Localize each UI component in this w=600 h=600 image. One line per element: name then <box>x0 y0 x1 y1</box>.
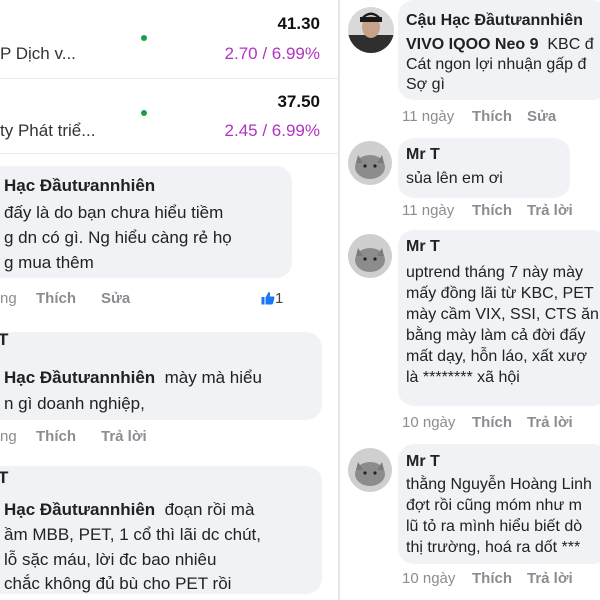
comment-text-line: lũ tỏ ra mình hiểu biết dò <box>406 518 583 535</box>
cat-avatar-icon <box>348 448 392 492</box>
comment-text-line: sủa lên em ơi <box>406 170 503 187</box>
comment-text-line: g mua thêm <box>4 253 94 272</box>
edit-button[interactable]: Sửa <box>101 290 130 307</box>
like-button[interactable]: Thích <box>36 428 76 445</box>
comment-actions: 10 ngày Thích Trả lời <box>402 570 600 590</box>
reaction-count[interactable]: 1 <box>261 290 283 307</box>
comment-bubble: Mr T thằng Nguyễn Hoàng Linh đợt rồi cũn… <box>398 444 600 564</box>
avatar[interactable] <box>348 234 392 278</box>
reaction-count-text: 1 <box>275 290 284 307</box>
reply-button[interactable]: Trả lời <box>101 428 147 445</box>
comment-actions: 11 ngày Thích Trả lời <box>402 202 600 222</box>
comment-time: ng <box>0 290 17 307</box>
comment-text-inline: mày mà hiểu <box>164 368 262 387</box>
comment-author-prefix: T <box>0 332 9 349</box>
avatar[interactable] <box>348 141 392 185</box>
reply-button[interactable]: Trả lời <box>527 202 573 219</box>
status-dot-icon <box>141 35 147 41</box>
comment-time: 10 ngày <box>402 414 456 431</box>
device-tag: VIVO IQOO Neo 9 <box>406 36 539 53</box>
comment-author-line: Hạc Đầutưannhiên mày mà hiểu <box>4 368 262 388</box>
cat-avatar-icon <box>348 234 392 278</box>
like-button[interactable]: Thích <box>472 570 512 587</box>
comment-bubble: Mr T sủa lên em ơi <box>398 138 570 198</box>
comment-text-line: đợt rồi cũng móm như m <box>406 497 582 514</box>
reply-button[interactable]: Trả lời <box>527 414 573 431</box>
stock-name: ty Phát triể... <box>0 121 96 140</box>
reply-button[interactable]: Trả lời <box>527 570 573 587</box>
comment-text-line: lỗ sặc máu, lời đc bao nhiêu <box>4 550 217 569</box>
comment-author[interactable]: Hạc Đầutưannhiên <box>4 500 155 519</box>
comment-bubble: T Hạc Đầutưannhiên mày mà hiểu n gì doan… <box>0 332 322 420</box>
stock-price: 41.30 <box>277 14 320 33</box>
comment-text-line: uptrend tháng 7 này mày <box>406 264 584 281</box>
edit-button[interactable]: Sửa <box>527 108 556 125</box>
comment-author[interactable]: Hạc Đầutưannhiên <box>4 368 155 387</box>
comment-author[interactable]: Mr T <box>406 146 440 164</box>
comment-text-line: mất dạy, hỗn láo, xất xượ <box>406 348 587 365</box>
comment-text-line: n gì doanh nghiệp, <box>4 394 145 413</box>
comment-actions: ng Thích Trả lời <box>0 428 330 448</box>
person-photo-icon <box>348 7 394 53</box>
comment-text-line: thị trường, hoá ra dốt *** <box>406 539 581 556</box>
comment-time: 11 ngày <box>402 108 455 125</box>
comment-author[interactable]: Mr T <box>406 238 440 256</box>
comment-text-line: ầm MBB, PET, 1 cổ thì lãi dc chút, <box>4 525 261 544</box>
right-panel: Cậu Hạc Đầutưannhiên VIVO IQOO Neo 9 KBC… <box>340 0 600 600</box>
comment-text-line: mày cầm VIX, SSI, CTS ăn <box>406 306 599 323</box>
stock-row[interactable]: 37.50 ty Phát triể... 2.45 / 6.99% <box>0 84 338 154</box>
cat-avatar-icon <box>348 141 392 185</box>
comment-text-line: đấy là do bạn chưa hiểu tiềm <box>4 203 224 222</box>
like-button[interactable]: Thích <box>36 290 76 307</box>
comment-text-line: thằng Nguyễn Hoàng Linh <box>406 476 592 493</box>
row-divider <box>0 78 338 79</box>
comment-text-line: VIVO IQOO Neo 9 KBC đ <box>406 36 594 54</box>
stock-row[interactable]: 41.30 P Dịch v... 2.70 / 6.99% <box>0 8 338 78</box>
comment-bubble: Hạc Đầutưannhiên đấy là do bạn chưa hiểu… <box>0 166 292 278</box>
stock-change: 2.45 / 6.99% <box>224 121 320 140</box>
comment-author[interactable]: Cậu Hạc Đầutưannhiên <box>406 12 583 30</box>
comment-actions: 11 ngày Thích Sửa <box>402 108 600 128</box>
stock-name: P Dịch v... <box>0 44 76 63</box>
comment-bubble: Cậu Hạc Đầutưannhiên VIVO IQOO Neo 9 KBC… <box>398 0 600 100</box>
comment-bubble: Mr T uptrend tháng 7 này mày mấy đồng lã… <box>398 230 600 406</box>
comment-text-inline: KBC đ <box>547 36 594 53</box>
comment-author-prefix: T <box>0 468 9 487</box>
comment-text-line: g dn có gì. Ng hiểu càng rẻ họ <box>4 228 232 247</box>
row-divider <box>0 153 338 154</box>
left-panel: 41.30 P Dịch v... 2.70 / 6.99% 37.50 ty … <box>0 0 338 600</box>
avatar[interactable] <box>348 7 394 53</box>
comment-actions: 10 ngày Thích Trả lời <box>402 414 600 434</box>
comment-author[interactable]: Mr T <box>406 453 440 471</box>
like-button[interactable]: Thích <box>472 202 512 219</box>
comment-text-line: Cát ngon lợi nhuận gấp đ <box>406 56 587 73</box>
comment-time: ng <box>0 428 17 445</box>
comment-author-line: Hạc Đầutưannhiên đoạn rồi mà <box>4 500 254 520</box>
thumbs-up-icon <box>261 292 275 305</box>
comment-text-line: là ******** xã hội <box>406 369 520 386</box>
stock-price: 37.50 <box>277 92 320 111</box>
comment-text-line: bằng mày làm cả đời đấy <box>406 327 586 344</box>
avatar[interactable] <box>348 448 392 492</box>
status-dot-icon <box>141 110 147 116</box>
comment-text-line: mấy đồng lãi từ KBC, PET <box>406 285 594 302</box>
comment-text-line: chắc không đủ bù cho PET rồi <box>4 574 232 593</box>
like-button[interactable]: Thích <box>472 414 512 431</box>
comment-author[interactable]: Hạc Đầutưannhiên <box>4 176 155 196</box>
comment-time: 10 ngày <box>402 570 456 587</box>
stock-change: 2.70 / 6.99% <box>224 44 320 63</box>
like-button[interactable]: Thích <box>472 108 512 125</box>
comment-text-line: Sợ gì <box>406 76 445 93</box>
comment-time: 11 ngày <box>402 202 455 219</box>
comment-bubble: T Hạc Đầutưannhiên đoạn rồi mà ầm MBB, P… <box>0 466 322 594</box>
comment-text-inline: đoạn rồi mà <box>164 500 255 519</box>
